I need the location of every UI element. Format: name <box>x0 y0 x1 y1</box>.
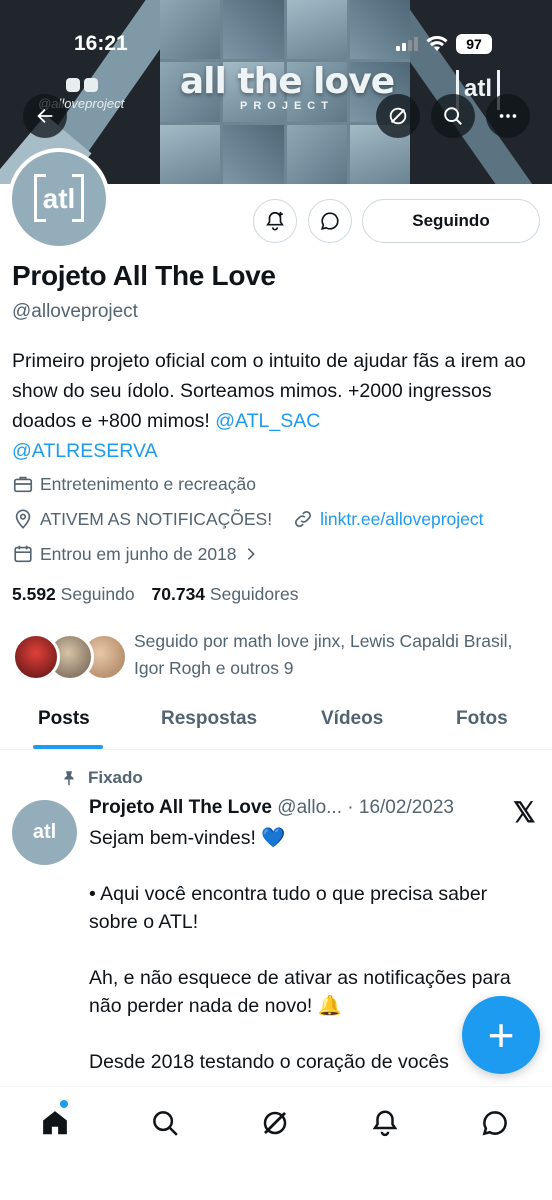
profile-location-row: ATIVEM AS NOTIFICAÇÕES! linktr.ee/allove… <box>12 508 484 530</box>
tweet-author-avatar[interactable]: atl <box>12 800 77 865</box>
profile-tabs: Posts Respostas Vídeos Fotos <box>0 700 552 750</box>
location-text: ATIVEM AS NOTIFICAÇÕES! <box>40 508 273 529</box>
back-button[interactable] <box>23 94 67 138</box>
tab-videos[interactable]: Vídeos <box>321 708 383 730</box>
profile-category: Entretenimento e recreação <box>12 473 256 495</box>
nav-notifications[interactable] <box>365 1103 405 1143</box>
followers-count: 70.734 <box>151 584 206 604</box>
message-button[interactable] <box>308 199 352 243</box>
bottom-navigation <box>0 1086 552 1200</box>
unread-indicator <box>60 1100 68 1108</box>
tweet-author-handle: @allo... <box>277 797 342 818</box>
followers-stat[interactable]: 70.734 Seguidores <box>152 584 299 604</box>
following-count: 5.592 <box>12 584 56 604</box>
followers-label: Seguidores <box>209 584 299 604</box>
wifi-icon <box>426 36 448 51</box>
search-icon <box>153 1111 178 1136</box>
tab-photos[interactable]: Fotos <box>456 708 508 730</box>
website-link[interactable]: linktr.ee/alloveproject <box>320 509 483 530</box>
status-icons: 97 <box>396 34 492 54</box>
status-time: 16:21 <box>74 32 128 55</box>
tweet-date: · 16/02/2023 <box>347 797 454 818</box>
profile-handle: @alloveproject <box>12 301 138 322</box>
grok-button[interactable] <box>376 94 420 138</box>
home-icon <box>43 1111 67 1135</box>
banner-subtitle: PROJECT <box>240 100 334 112</box>
profile-bio: Primeiro projeto oficial com o intuito d… <box>12 346 542 466</box>
profile-joined-row[interactable]: Entrou em junho de 2018 <box>12 543 259 565</box>
notifications-icon <box>372 1110 398 1137</box>
chat-bubble-icon <box>321 212 339 230</box>
tweet-line: Desde 2018 testando o coração de vocês <box>89 1051 449 1073</box>
banner-title: all the love <box>179 61 395 102</box>
search-button[interactable] <box>431 94 475 138</box>
followed-by-text[interactable]: Seguido por math love jinx, Lewis Capald… <box>134 628 534 682</box>
signal-icon <box>396 37 418 51</box>
tab-replies[interactable]: Respostas <box>161 708 257 730</box>
tweet-line: Ah, e não esquece de ativar as notificaç… <box>89 967 511 1017</box>
profile-avatar[interactable]: atl <box>8 148 110 250</box>
avatar-logo-text: atl <box>42 183 76 214</box>
following-label: Seguindo <box>60 584 135 604</box>
nav-home[interactable] <box>35 1103 75 1143</box>
avatar-image: atl <box>12 152 106 246</box>
grok-icon <box>389 107 407 125</box>
battery-indicator: 97 <box>456 34 492 54</box>
calendar-icon <box>14 545 32 563</box>
bio-mention-link[interactable]: @ATL_SAC <box>215 410 320 432</box>
link-icon <box>295 510 312 528</box>
pin-icon <box>64 771 74 786</box>
banner-social-icons <box>66 78 98 92</box>
tab-posts[interactable]: Posts <box>38 708 90 730</box>
briefcase-icon <box>13 476 33 493</box>
more-button[interactable] <box>486 94 530 138</box>
grok-icon <box>263 1111 287 1135</box>
back-icon <box>37 108 53 124</box>
twitter-icon <box>66 78 80 92</box>
chevron-right-icon <box>247 548 255 560</box>
pinned-text: Fixado <box>88 768 143 787</box>
nav-grok[interactable] <box>255 1103 295 1143</box>
bio-mention-link[interactable]: @ATLRESERVA <box>12 440 158 462</box>
messages-icon <box>482 1111 507 1136</box>
profile-name: Projeto All The Love <box>12 260 276 291</box>
joined-text: Entrou em junho de 2018 <box>40 543 237 564</box>
following-button[interactable]: Seguindo <box>362 199 540 243</box>
tweet-line: Sejam bem-vindes! 💙 <box>89 827 286 849</box>
tweet-line: • Aqui você encontra tudo o que precisa … <box>89 883 488 933</box>
pinned-label: Fixado <box>60 768 143 788</box>
more-icon <box>499 114 517 118</box>
tweet-header: Projeto All The Love @allo... · 16/02/20… <box>89 797 454 819</box>
search-icon <box>444 107 462 125</box>
nav-search[interactable] <box>145 1103 185 1143</box>
location-pin-icon <box>15 509 31 529</box>
compose-button[interactable]: + <box>462 996 540 1074</box>
notifications-toggle-button[interactable] <box>253 199 297 243</box>
bell-plus-icon <box>266 211 284 231</box>
follower-avatar[interactable] <box>12 633 60 681</box>
following-stat[interactable]: 5.592 Seguindo <box>12 584 135 604</box>
nav-messages[interactable] <box>475 1103 515 1143</box>
category-text: Entretenimento e recreação <box>40 473 256 494</box>
profile-stats: 5.592 Seguindo 70.734 Seguidores <box>12 584 298 605</box>
instagram-icon <box>84 78 98 92</box>
tweet-author-name[interactable]: Projeto All The Love <box>89 797 272 818</box>
active-tab-indicator <box>33 745 103 749</box>
